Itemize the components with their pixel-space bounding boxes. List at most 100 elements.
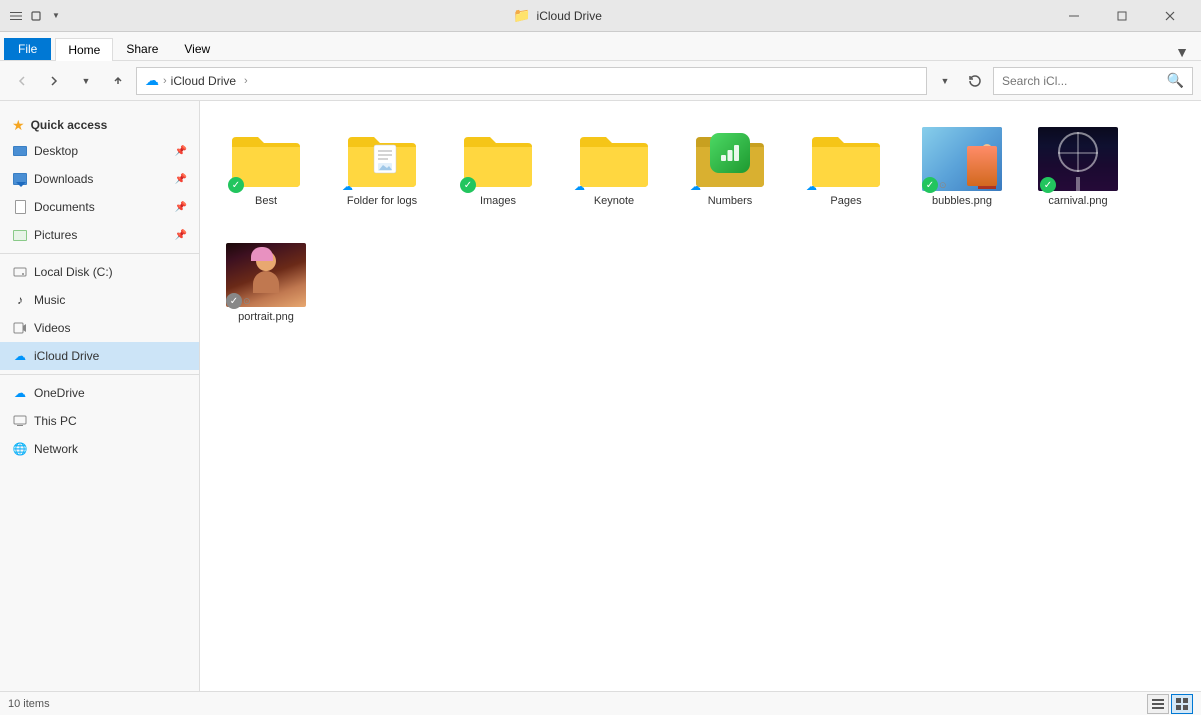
tab-file[interactable]: File xyxy=(4,38,51,60)
window-title-group: 📁 iCloud Drive xyxy=(70,7,1045,24)
search-input[interactable] xyxy=(1002,74,1163,88)
cloud-sync-icon: ☁ xyxy=(806,180,817,193)
onedrive-icon: ☁ xyxy=(12,385,28,401)
numbers-app-icon xyxy=(710,133,750,173)
desktop-icon xyxy=(12,143,28,159)
file-label: carnival.png xyxy=(1048,195,1107,207)
sidebar-item-pictures[interactable]: Pictures 📌 xyxy=(0,221,199,249)
dropdown-icon[interactable]: ▼ xyxy=(48,8,64,24)
videos-icon xyxy=(12,320,28,336)
sidebar-item-local-disk[interactable]: Local Disk (C:) xyxy=(0,258,199,286)
file-grid: ✓ Best xyxy=(216,117,1185,333)
sync-status-badge: ✓ xyxy=(228,177,244,193)
breadcrumb[interactable]: ☁ › iCloud Drive › xyxy=(136,67,927,95)
quick-access-icon[interactable] xyxy=(8,8,24,24)
breadcrumb-path: iCloud Drive xyxy=(171,74,236,88)
file-label: Numbers xyxy=(708,195,753,207)
item-count: 10 items xyxy=(8,698,50,710)
file-label: portrait.png xyxy=(238,311,294,323)
cloud-sync-icon: ☁ xyxy=(690,180,701,193)
address-bar: ▼ ☁ › iCloud Drive › ▼ 🔍 xyxy=(0,61,1201,101)
sidebar-item-documents[interactable]: Documents 📌 xyxy=(0,193,199,221)
sidebar-item-onedrive[interactable]: ☁ OneDrive xyxy=(0,379,199,407)
sidebar: ★ Quick access Desktop 📌 Downloads 📌 Doc… xyxy=(0,101,200,691)
sync-status-group: ✓ ⊙ xyxy=(226,293,251,309)
cloud-sync-icon: ☁ xyxy=(574,180,585,193)
sidebar-section-quick-access: ★ Quick access xyxy=(0,109,199,137)
file-item-carnival[interactable]: ✓ carnival.png xyxy=(1028,117,1128,217)
folder-icon: 📁 xyxy=(513,7,530,24)
minimize-button[interactable] xyxy=(1051,0,1097,32)
forward-button[interactable] xyxy=(40,67,68,95)
up-button[interactable] xyxy=(104,67,132,95)
sidebar-item-music[interactable]: ♪ Music xyxy=(0,286,199,314)
file-item-portrait[interactable]: ✓ ⊙ portrait.png xyxy=(216,233,316,333)
address-bar-actions: ▼ xyxy=(931,67,989,95)
breadcrumb-separator: › xyxy=(163,75,167,87)
pin-indicator: 📌 xyxy=(175,146,187,157)
this-pc-icon xyxy=(12,413,28,429)
local-disk-icon xyxy=(12,264,28,280)
pin-indicator: 📌 xyxy=(175,174,187,185)
pin-indicator: 📌 xyxy=(175,202,187,213)
search-icon: 🔍 xyxy=(1167,72,1184,89)
file-label: Keynote xyxy=(594,195,634,207)
window-title: iCloud Drive xyxy=(537,9,602,23)
sync-status-badge: ✓ xyxy=(1040,177,1056,193)
breadcrumb-chevron: › xyxy=(244,75,248,87)
status-bar: 10 items xyxy=(0,691,1201,715)
pin-indicator: 📌 xyxy=(175,230,187,241)
sync-status-badge: ✓ xyxy=(460,177,476,193)
star-icon: ★ xyxy=(12,117,25,134)
downloads-icon xyxy=(12,171,28,187)
sync-status-group: ✓ ⊙ xyxy=(922,177,947,193)
title-bar-quick-access: ▼ xyxy=(8,8,64,24)
tab-view[interactable]: View xyxy=(171,37,223,60)
refresh-button[interactable] xyxy=(961,67,989,95)
view-details-button[interactable] xyxy=(1147,694,1169,714)
file-item-keynote[interactable]: ☁ Keynote xyxy=(564,117,664,217)
pin-icon[interactable] xyxy=(28,8,44,24)
close-button[interactable] xyxy=(1147,0,1193,32)
sidebar-item-this-pc[interactable]: This PC xyxy=(0,407,199,435)
ribbon: File Home Share View ▼ xyxy=(0,32,1201,61)
network-icon: 🌐 xyxy=(12,441,28,457)
file-label: Pages xyxy=(830,195,861,207)
file-label: bubbles.png xyxy=(932,195,992,207)
view-large-icons-button[interactable] xyxy=(1171,694,1193,714)
content-area: ✓ Best xyxy=(200,101,1201,691)
file-item-pages[interactable]: ☁ Pages xyxy=(796,117,896,217)
file-item-bubbles[interactable]: ✓ ⊙ bubbles.png xyxy=(912,117,1012,217)
back-button[interactable] xyxy=(8,67,36,95)
file-label: Images xyxy=(480,195,516,207)
search-bar: 🔍 xyxy=(993,67,1193,95)
sidebar-divider-1 xyxy=(0,253,199,254)
file-label: Folder for logs xyxy=(347,195,417,207)
sidebar-item-network[interactable]: 🌐 Network xyxy=(0,435,199,463)
recent-locations-button[interactable]: ▼ xyxy=(72,67,100,95)
sidebar-divider-2 xyxy=(0,374,199,375)
maximize-button[interactable] xyxy=(1099,0,1145,32)
ribbon-tabs: File Home Share View ▼ xyxy=(0,32,1201,60)
documents-icon xyxy=(12,199,28,215)
main-area: ★ Quick access Desktop 📌 Downloads 📌 Doc… xyxy=(0,101,1201,691)
pictures-icon xyxy=(12,227,28,243)
quick-access-label: Quick access xyxy=(31,118,108,132)
sidebar-item-videos[interactable]: Videos xyxy=(0,314,199,342)
sidebar-item-icloud-drive[interactable]: ☁ iCloud Drive xyxy=(0,342,199,370)
music-icon: ♪ xyxy=(12,292,28,308)
file-item-best[interactable]: ✓ Best xyxy=(216,117,316,217)
file-item-images[interactable]: ✓ Images xyxy=(448,117,548,217)
sidebar-item-downloads[interactable]: Downloads 📌 xyxy=(0,165,199,193)
tab-home[interactable]: Home xyxy=(55,38,113,61)
title-bar: ▼ 📁 iCloud Drive xyxy=(0,0,1201,32)
file-item-numbers[interactable]: ☁ Numbers xyxy=(680,117,780,217)
sidebar-item-desktop[interactable]: Desktop 📌 xyxy=(0,137,199,165)
dropdown-path-button[interactable]: ▼ xyxy=(931,67,959,95)
file-label: Best xyxy=(255,195,277,207)
file-item-folder-for-logs[interactable]: ☁ Folder for logs xyxy=(332,117,432,217)
window-controls xyxy=(1051,0,1193,32)
icloud-sidebar-icon: ☁ xyxy=(12,348,28,364)
tab-share[interactable]: Share xyxy=(113,37,171,60)
help-button[interactable]: ▼ xyxy=(1175,44,1197,60)
